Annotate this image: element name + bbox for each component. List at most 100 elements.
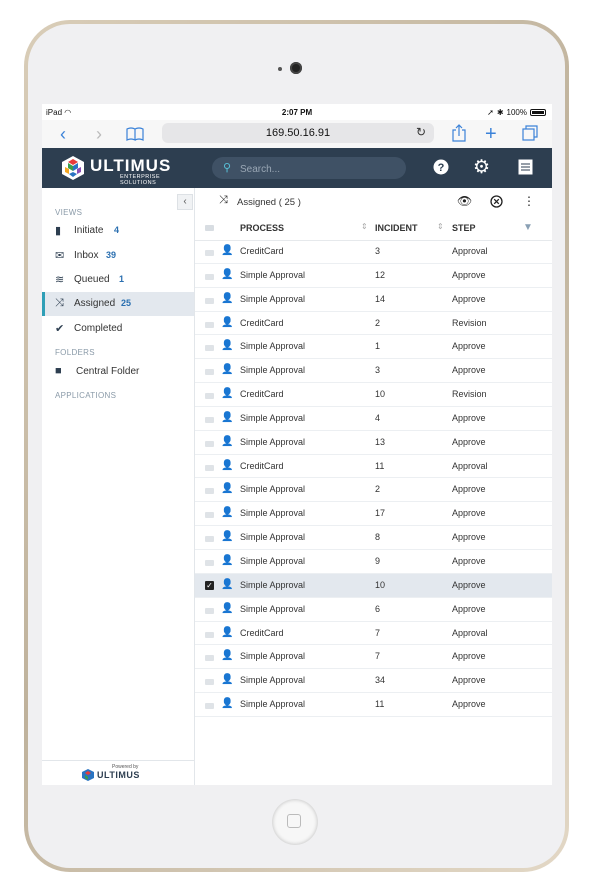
cell-process: CreditCard <box>240 317 284 328</box>
table-row[interactable]: 👤 Simple Approval 8 Approve <box>195 526 552 550</box>
cell-process: CreditCard <box>240 389 284 400</box>
user-icon: 👤 <box>221 316 234 328</box>
row-checkbox[interactable] <box>205 250 214 256</box>
select-all-checkbox[interactable] <box>205 225 214 231</box>
collapse-sidebar-button[interactable]: ‹ <box>177 194 193 210</box>
sidebar-item-central-folder[interactable]: ■ Central Folder <box>42 360 194 384</box>
cell-step: Approval <box>452 246 488 256</box>
table-row[interactable]: 👤 CreditCard 3 Approval <box>195 240 552 264</box>
cell-incident: 10 <box>375 579 386 590</box>
row-checkbox[interactable] <box>205 369 214 376</box>
table-row[interactable]: 👤 Simple Approval 11 Approve <box>195 693 552 717</box>
reload-icon[interactable]: ↻ <box>416 125 426 139</box>
table-row[interactable]: 👤 Simple Approval 12 Approve <box>195 264 552 288</box>
column-step[interactable]: STEP <box>452 223 476 233</box>
help-icon[interactable]: ? <box>433 159 449 175</box>
row-checkbox[interactable] <box>205 559 214 566</box>
cell-process: Simple Approval <box>240 532 306 543</box>
svg-text:?: ? <box>438 162 445 174</box>
row-checkbox[interactable] <box>205 536 214 543</box>
table-row[interactable]: 👤 Simple Approval 13 Approve <box>195 431 552 455</box>
tabs-icon[interactable] <box>522 125 538 141</box>
user-icon: 👤 <box>221 578 234 590</box>
sidebar-item-queued[interactable]: ≋ Queued 1 <box>42 268 194 292</box>
table-row[interactable]: 👤 Simple Approval 34 Approve <box>195 669 552 694</box>
menu-doc-icon[interactable] <box>518 159 533 175</box>
row-checkbox[interactable] <box>205 655 214 662</box>
ultimus-logo[interactable]: ULTIMUS ENTERPRISE SOLUTIONS <box>60 154 180 186</box>
assigned-shuffle-icon: ⤨ <box>219 194 228 206</box>
address-bar[interactable]: 169.50.16.91 ↻ <box>162 123 434 143</box>
row-checkbox[interactable] <box>205 345 214 352</box>
row-checkbox[interactable] <box>205 416 214 423</box>
status-time: 2:07 PM <box>281 108 313 117</box>
battery-icon <box>530 109 546 116</box>
user-icon: 👤 <box>221 531 234 543</box>
close-circle-icon[interactable] <box>490 195 503 208</box>
cell-process: Simple Approval <box>240 436 306 447</box>
share-icon[interactable] <box>452 124 466 142</box>
view-eye-icon[interactable]: 👁 <box>457 194 472 208</box>
cell-step: Approve <box>452 579 486 590</box>
sidebar-item-label: Completed <box>74 323 123 334</box>
views-label: VIEWS <box>55 208 83 217</box>
cell-step: Approve <box>452 436 486 447</box>
row-checkbox[interactable] <box>205 273 214 280</box>
cell-step: Approve <box>452 532 486 543</box>
table-row[interactable]: ✓ 👤 Simple Approval 10 Approve <box>195 573 552 598</box>
logo-text: ULTIMUS <box>90 156 172 175</box>
sidebar-item-label: Queued <box>74 274 110 285</box>
back-icon[interactable]: ‹ <box>60 124 66 144</box>
forward-icon[interactable]: › <box>96 124 102 144</box>
table-row[interactable]: 👤 Simple Approval 4 Approve <box>195 407 552 431</box>
active-indicator <box>42 292 45 316</box>
table-row[interactable]: 👤 CreditCard 7 Approval <box>195 622 552 646</box>
cell-incident: 10 <box>375 389 386 400</box>
row-checkbox[interactable]: ✓ <box>205 580 214 590</box>
table-row[interactable]: 👤 Simple Approval 1 Approve <box>195 335 552 360</box>
table-row[interactable]: 👤 CreditCard 2 Revision <box>195 312 552 336</box>
status-bar: iPad ◠ 2:07 PM ➚ ✱ 100% <box>42 104 552 120</box>
folder-lock-icon: ■ <box>55 365 62 377</box>
row-checkbox[interactable] <box>205 631 214 638</box>
row-checkbox[interactable] <box>205 512 214 519</box>
settings-gear-icon[interactable]: ⚙ <box>473 156 490 179</box>
column-incident[interactable]: INCIDENT <box>375 223 418 233</box>
row-checkbox[interactable] <box>205 393 214 400</box>
table-row[interactable]: 👤 CreditCard 11 Approval <box>195 455 552 479</box>
column-process[interactable]: PROCESS <box>240 223 284 233</box>
more-options-icon[interactable]: ⋮ <box>523 194 535 208</box>
search-box[interactable]: ⚲ <box>212 157 406 179</box>
home-button[interactable] <box>273 800 317 844</box>
sidebar-item-inbox[interactable]: ✉ Inbox 39 <box>42 244 194 268</box>
row-checkbox[interactable] <box>205 703 214 710</box>
table-row[interactable]: 👤 Simple Approval 14 Approve <box>195 288 552 312</box>
new-tab-icon[interactable]: + <box>485 124 497 144</box>
table-row[interactable]: 👤 Simple Approval 6 Approve <box>195 598 552 622</box>
user-icon: 👤 <box>221 388 234 400</box>
row-checkbox[interactable] <box>205 321 214 328</box>
search-input[interactable] <box>238 160 402 178</box>
row-checkbox[interactable] <box>205 679 214 686</box>
row-checkbox[interactable] <box>205 440 214 447</box>
table-row[interactable]: 👤 Simple Approval 3 Approve <box>195 359 552 384</box>
sidebar-item-assigned[interactable]: ⤨ Assigned 25 <box>42 292 194 316</box>
table-row[interactable]: 👤 Simple Approval 2 Approve <box>195 478 552 503</box>
table-row[interactable]: 👤 CreditCard 10 Revision <box>195 383 552 407</box>
table-row[interactable]: 👤 Simple Approval 7 Approve <box>195 645 552 670</box>
table-row[interactable]: 👤 Simple Approval 9 Approve <box>195 550 552 574</box>
sort-icon[interactable]: ⇕ <box>361 222 368 231</box>
row-checkbox[interactable] <box>205 297 214 304</box>
row-checkbox[interactable] <box>205 488 214 495</box>
table-body: 👤 CreditCard 3 Approval 👤 Simple Approval 12 Ap… <box>195 240 552 717</box>
row-checkbox[interactable] <box>205 607 214 614</box>
row-checkbox[interactable] <box>205 464 214 471</box>
sidebar-item-completed[interactable]: ✔ Completed <box>42 317 194 341</box>
filter-icon[interactable]: ▼ <box>523 222 533 233</box>
table-row[interactable]: 👤 Simple Approval 17 Approve <box>195 502 552 527</box>
bookmarks-icon[interactable] <box>126 127 144 141</box>
sort-icon[interactable]: ⇕ <box>437 222 444 231</box>
cell-process: CreditCard <box>240 246 284 256</box>
user-icon: 👤 <box>221 483 234 495</box>
sidebar-item-initiate[interactable]: ▮ Initiate 4 <box>42 219 194 243</box>
